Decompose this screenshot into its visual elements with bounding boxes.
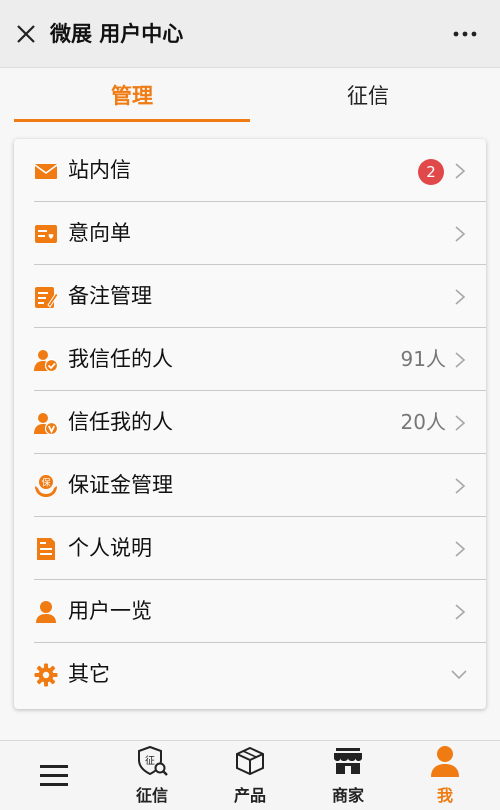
menu-item-label: 保证金管理 [68, 473, 173, 497]
menu-item-other[interactable]: 其它 [14, 643, 486, 706]
person-icon [431, 746, 459, 777]
menu-item-deposit[interactable]: 保 保证金管理 [14, 454, 486, 517]
page-title: 微展 用户中心 [50, 22, 184, 46]
gear-icon [34, 663, 58, 687]
menu-item-label: 个人说明 [68, 536, 152, 560]
user-check-icon [34, 350, 58, 372]
nav-credit[interactable]: 征 征信 [112, 741, 192, 810]
menu-item-label: 站内信 [68, 158, 131, 182]
chevron-right-icon [455, 289, 466, 305]
chevron-right-icon [455, 478, 466, 494]
title-bar: 微展 用户中心 [0, 0, 500, 68]
tab-credit[interactable]: 征信 [250, 68, 486, 124]
nav-merchants[interactable]: 商家 [308, 741, 388, 810]
user-v-icon [34, 413, 58, 435]
document-icon [37, 538, 55, 560]
menu-item-label: 信任我的人 [68, 410, 173, 434]
more-icon[interactable] [452, 22, 478, 46]
menu-item-messages[interactable]: 站内信 2 [14, 139, 486, 202]
tab-manage[interactable]: 管理 [14, 68, 250, 124]
nav-label: 产品 [233, 786, 266, 805]
menu-item-label: 备注管理 [68, 284, 152, 308]
tab-active-indicator [14, 119, 250, 122]
chevron-right-icon [455, 604, 466, 620]
hamburger-icon[interactable] [38, 759, 70, 791]
credit-icon: 征 [138, 745, 168, 776]
menu-item-label: 其它 [68, 662, 110, 686]
trusted-by-count: 20人 [400, 410, 446, 434]
trust-count: 91人 [400, 347, 446, 371]
menu-item-notes[interactable]: 备注管理 [14, 265, 486, 328]
svg-text:征: 征 [145, 755, 155, 767]
deposit-icon: 保 [35, 475, 57, 497]
note-icon [35, 287, 58, 308]
menu-item-people-i-trust[interactable]: 我信任的人 91人 [14, 328, 486, 391]
chevron-right-icon [455, 541, 466, 557]
menu-item-intent-orders[interactable]: 意向单 [14, 202, 486, 265]
chevron-right-icon [455, 415, 466, 431]
menu-item-label: 用户一览 [68, 599, 152, 623]
envelope-icon [34, 164, 58, 179]
menu-card: 站内信 2 意向单 备注管理 我信任的人 91人 信任我的人 20人 保 保证金… [14, 139, 486, 709]
menu-item-user-overview[interactable]: 用户一览 [14, 580, 486, 643]
bottom-nav: 征 征信 产品 商家 我 [0, 740, 500, 810]
nav-label: 商家 [331, 786, 364, 805]
menu-item-profile-note[interactable]: 个人说明 [14, 517, 486, 580]
svg-text:保: 保 [41, 477, 50, 489]
menu-item-people-trust-me[interactable]: 信任我的人 20人 [14, 391, 486, 454]
tab-bar: 管理 征信 [0, 68, 500, 126]
nav-products[interactable]: 产品 [210, 741, 290, 810]
chevron-down-icon [451, 670, 467, 680]
menu-item-label: 我信任的人 [68, 347, 173, 371]
nav-label: 我 [436, 786, 453, 805]
close-icon[interactable] [12, 20, 40, 48]
box-icon [236, 746, 264, 776]
chevron-right-icon [455, 352, 466, 368]
chevron-right-icon [455, 226, 466, 242]
order-icon [35, 225, 57, 243]
nav-me[interactable]: 我 [405, 741, 485, 810]
store-icon [334, 748, 362, 774]
unread-badge: 2 [418, 159, 444, 185]
nav-label: 征信 [135, 786, 168, 805]
chevron-right-icon [455, 163, 466, 179]
menu-item-label: 意向单 [68, 221, 131, 245]
user-icon [36, 601, 56, 623]
